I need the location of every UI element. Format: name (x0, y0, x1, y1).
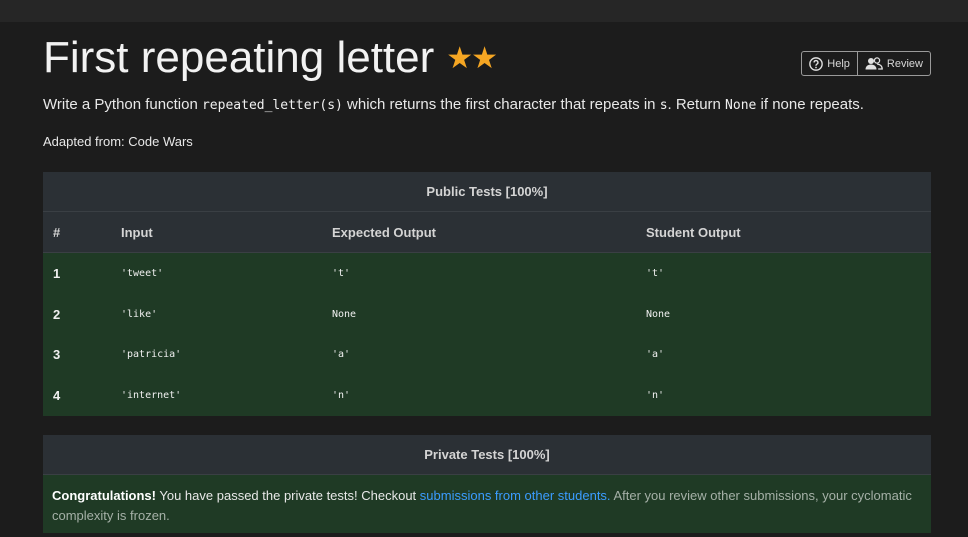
table-row: 3 'patricia' 'a' 'a' (43, 334, 931, 376)
desc-text-2: which returns the first character that r… (342, 96, 660, 113)
row-number: 3 (43, 334, 121, 376)
top-bar (0, 0, 968, 22)
row-student: 'a' (646, 334, 931, 376)
row-expected: 'n' (332, 375, 646, 416)
private-tests-panel: Private Tests [100%] Congratulations! Yo… (43, 435, 931, 533)
private-tests-heading: Private Tests [100%] (43, 435, 931, 475)
review-label: Review (886, 57, 923, 70)
title-text: First repeating letter (43, 33, 435, 82)
public-tests-panel: Public Tests [100%] # Input Expected Out… (43, 172, 931, 416)
row-student: 'n' (646, 375, 931, 416)
table-row: 1 'tweet' 't' 't' (43, 252, 931, 294)
arg-name: s (659, 98, 668, 113)
row-number: 4 (43, 375, 121, 416)
col-header-expected: Expected Output (332, 212, 646, 253)
message-text: You have passed the private tests! Check… (156, 488, 420, 503)
help-label: Help (827, 57, 850, 70)
row-expected: 't' (332, 252, 646, 294)
other-submissions-link[interactable]: submissions from other students. (420, 488, 611, 503)
row-input: 'tweet' (121, 252, 332, 294)
public-tests-table: # Input Expected Output Student Output 1… (43, 212, 931, 416)
question-circle-icon (809, 56, 824, 71)
col-header-number: # (43, 212, 121, 253)
difficulty-stars: ★★ (446, 42, 498, 75)
row-student: None (646, 293, 931, 335)
public-tests-heading: Public Tests [100%] (43, 172, 931, 212)
main-content: First repeating letter ★★ Help Review Wri… (43, 22, 931, 149)
private-tests-message: Congratulations! You have passed the pri… (43, 475, 931, 533)
col-header-student: Student Output (646, 212, 931, 253)
function-signature: repeated_letter(s) (201, 98, 343, 113)
congrats-text: Congratulations! (52, 488, 156, 503)
row-expected: 'a' (332, 334, 646, 376)
row-expected: None (332, 293, 646, 335)
header-button-group: Help Review (801, 51, 931, 76)
row-input: 'like' (121, 293, 332, 335)
page-title: First repeating letter ★★ (43, 33, 498, 82)
row-input: 'patricia' (121, 334, 332, 376)
table-header-row: # Input Expected Output Student Output (43, 212, 931, 253)
title-row: First repeating letter ★★ Help Review (43, 22, 931, 90)
users-icon (865, 57, 883, 70)
none-keyword: None (725, 98, 757, 113)
row-input: 'internet' (121, 375, 332, 416)
adapted-from: Adapted from: Code Wars (43, 134, 193, 149)
desc-text-4: if none repeats. (756, 96, 864, 113)
row-number: 2 (43, 293, 121, 335)
table-row: 2 'like' None None (43, 293, 931, 335)
desc-text-3: . Return (667, 96, 726, 113)
desc-text-1: Write a Python function (43, 96, 202, 113)
problem-description: Write a Python function repeated_letter(… (43, 96, 864, 113)
row-number: 1 (43, 252, 121, 294)
review-button[interactable]: Review (857, 51, 931, 76)
table-row: 4 'internet' 'n' 'n' (43, 375, 931, 416)
col-header-input: Input (121, 212, 332, 253)
help-button[interactable]: Help (801, 51, 858, 76)
row-student: 't' (646, 252, 931, 294)
